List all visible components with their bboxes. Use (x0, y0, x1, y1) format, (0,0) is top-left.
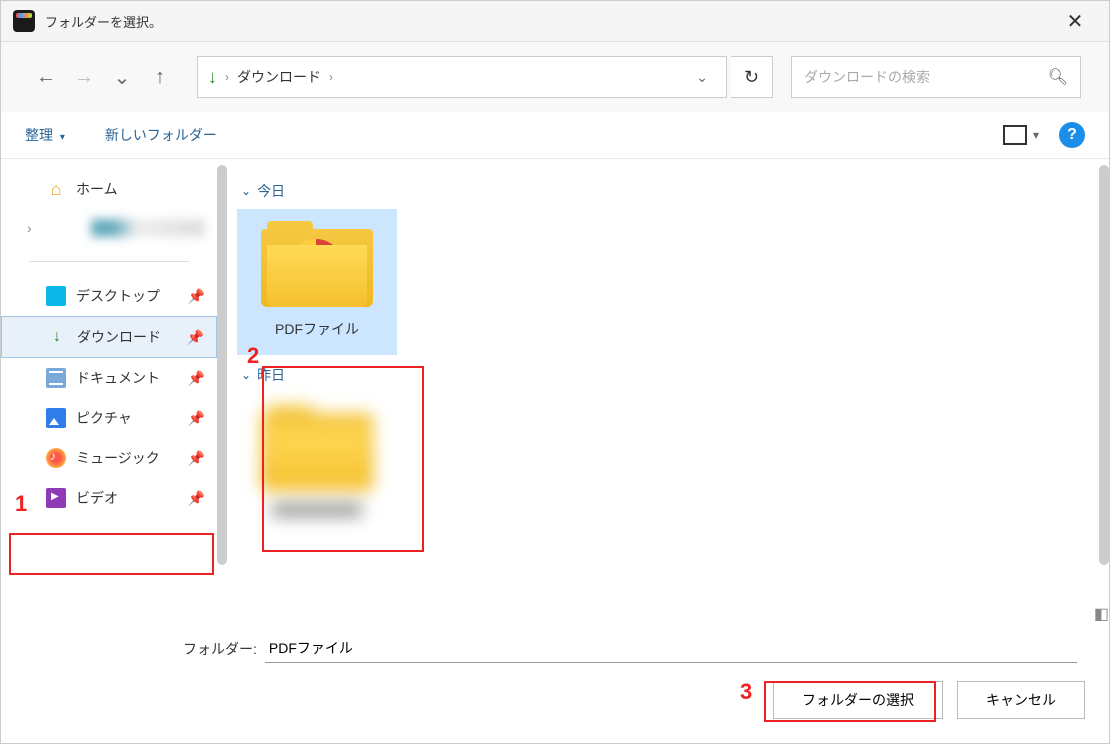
sidebar-item-label: ピクチャ (76, 408, 132, 428)
annotation-3: 3 (740, 679, 752, 705)
group-today[interactable]: ⌄ 今日 (241, 181, 1085, 201)
breadcrumb-dropdown[interactable]: ⌄ (688, 69, 716, 86)
folder-item-pdf[interactable]: PDFファイル (237, 209, 397, 355)
app-icon (13, 10, 35, 32)
folder-label: PDFファイル (275, 319, 359, 339)
music-icon (46, 448, 66, 468)
sidebar-item-blurred[interactable] (1, 209, 217, 247)
new-folder-button[interactable]: 新しいフォルダー (105, 125, 217, 145)
search-box[interactable]: 🔍︎ (791, 56, 1081, 98)
downloads-icon: ↓ (47, 327, 67, 347)
annotation-2: 2 (247, 343, 259, 369)
sidebar-item-pictures[interactable]: ピクチャ 📌 (1, 398, 217, 438)
pin-icon[interactable]: 📌 (188, 490, 205, 507)
forward-button[interactable]: → (67, 60, 101, 94)
sidebar-item-videos[interactable]: ビデオ 📌 (1, 478, 217, 518)
toolbar: 整理 ▾ 新しいフォルダー ▾ ? (1, 112, 1109, 159)
pin-icon[interactable]: 📌 (188, 288, 205, 305)
sidebar-item-home[interactable]: ⌂ ホーム (1, 169, 217, 209)
breadcrumb-text[interactable]: ダウンロード (237, 67, 321, 87)
home-icon: ⌂ (46, 179, 66, 199)
close-button[interactable]: ✕ (1053, 7, 1097, 35)
navbar: ← → ⌄ ↑ ↓ › ダウンロード › ⌄ ↻ 🔍︎ (1, 42, 1109, 112)
documents-icon (46, 368, 66, 388)
pin-icon[interactable]: 📌 (188, 370, 205, 387)
breadcrumb-bar[interactable]: ↓ › ダウンロード › ⌄ (197, 56, 727, 98)
sidebar-item-label: ホーム (76, 179, 118, 199)
desktop-icon (46, 286, 66, 306)
cancel-button[interactable]: キャンセル (957, 681, 1085, 719)
sidebar-item-label: デスクトップ (76, 286, 160, 306)
sidebar-item-label: ビデオ (76, 488, 118, 508)
chevron-down-icon: ⌄ (241, 368, 251, 382)
group-label: 今日 (257, 181, 285, 201)
chevron-down-icon: ⌄ (241, 184, 251, 198)
sidebar-item-label: ミュージック (76, 448, 160, 468)
breadcrumb-separator: › (225, 70, 229, 84)
footer: 3 フォルダー: フォルダーの選択 キャンセル (1, 614, 1109, 743)
titlebar: フォルダーを選択。 ✕ (1, 1, 1109, 42)
search-icon[interactable]: 🔍︎ (1048, 67, 1068, 87)
recent-button[interactable]: ⌄ (105, 60, 139, 94)
pin-icon[interactable]: 📌 (187, 329, 204, 346)
content-scrollbar[interactable] (1099, 165, 1109, 565)
downloads-icon: ↓ (208, 67, 217, 88)
annotation-box-1 (9, 533, 214, 575)
refresh-button[interactable]: ↻ (731, 56, 773, 98)
folder-name-label: フォルダー: (183, 639, 257, 659)
sidebar-item-downloads[interactable]: ↓ ダウンロード 📌 (1, 316, 217, 358)
organize-menu[interactable]: 整理 ▾ (25, 125, 65, 145)
sidebar-divider (29, 261, 189, 262)
sidebar-item-music[interactable]: ミュージック 📌 (1, 438, 217, 478)
view-mode-button[interactable] (1003, 125, 1027, 145)
annotation-box-3 (764, 681, 936, 722)
pin-icon[interactable]: 📌 (188, 410, 205, 427)
search-input[interactable] (804, 69, 1048, 85)
up-button[interactable]: ↑ (143, 60, 177, 94)
window-title: フォルダーを選択。 (45, 12, 162, 31)
breadcrumb-separator: › (329, 70, 333, 84)
content-footer-glyph: ◧ (1094, 604, 1109, 624)
folder-icon (261, 221, 373, 307)
sidebar-item-label: ドキュメント (76, 368, 160, 388)
annotation-box-2 (262, 366, 424, 552)
sidebar-item-desktop[interactable]: デスクトップ 📌 (1, 276, 217, 316)
blurred-content (91, 219, 205, 237)
videos-icon (46, 488, 66, 508)
view-dropdown[interactable]: ▾ (1033, 128, 1039, 142)
folder-name-input[interactable] (265, 634, 1077, 663)
sidebar-item-documents[interactable]: ドキュメント 📌 (1, 358, 217, 398)
annotation-1: 1 (15, 491, 27, 517)
back-button[interactable]: ← (29, 60, 63, 94)
pictures-icon (46, 408, 66, 428)
pin-icon[interactable]: 📌 (188, 450, 205, 467)
help-button[interactable]: ? (1059, 122, 1085, 148)
sidebar-item-label: ダウンロード (77, 327, 161, 347)
